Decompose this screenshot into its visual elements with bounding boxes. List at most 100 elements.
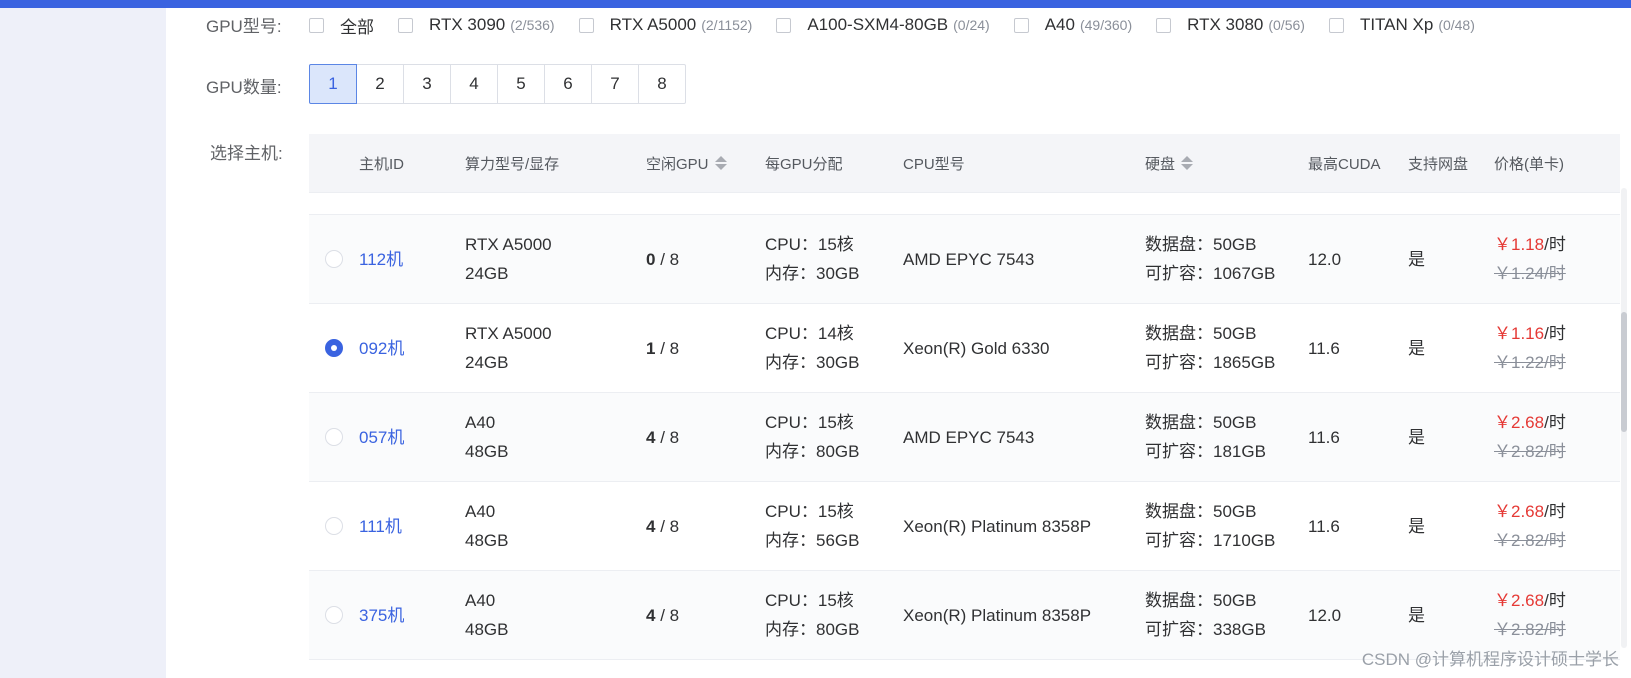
- header-disk-label: 硬盘: [1145, 155, 1176, 173]
- price-cell: ￥1.18/时 ￥1.24/时: [1494, 230, 1614, 288]
- price-unit: /时: [1544, 502, 1566, 521]
- free-gpu-cell: 4 / 8: [646, 423, 765, 452]
- data-disk: 数据盘：50GB: [1145, 502, 1257, 521]
- gpu-model-count: (0/24): [953, 17, 990, 33]
- data-disk: 数据盘：50GB: [1145, 413, 1257, 432]
- gpu-model-name: TITAN Xp: [1359, 15, 1434, 34]
- gpu-model-option[interactable]: A40 (49/360): [1013, 15, 1132, 35]
- cpu-model-cell: AMD EPYC 7543: [903, 249, 1035, 269]
- gpu-count-button[interactable]: 8: [638, 64, 686, 104]
- sort-icon[interactable]: [714, 156, 727, 170]
- header-disk[interactable]: 硬盘: [1145, 153, 1308, 174]
- allocation-cell: CPU：14核 内存：30GB: [765, 319, 903, 377]
- host-link[interactable]: 112机: [359, 250, 403, 269]
- header-price: 价格(单卡): [1494, 155, 1564, 173]
- gpu-memory: 48GB: [465, 442, 509, 461]
- row-radio[interactable]: [325, 339, 343, 357]
- free-gpu-cell: 0 / 8: [646, 245, 765, 274]
- gpu-model: A40: [465, 413, 496, 432]
- checkbox[interactable]: [578, 17, 594, 33]
- total-gpu-count: / 8: [655, 338, 680, 358]
- price-cell: ￥1.16/时 ￥1.22/时: [1494, 319, 1614, 377]
- header-free-gpu[interactable]: 空闲GPU: [646, 153, 765, 174]
- gpu-memory: 24GB: [465, 264, 509, 283]
- gpu-model-option[interactable]: A100-SXM4-80GB (0/24): [776, 15, 990, 35]
- cuda-cell: 12.0: [1308, 605, 1342, 625]
- host-link[interactable]: 111机: [359, 517, 402, 536]
- gpu-model: A40: [465, 502, 496, 521]
- cpu-allocation: CPU：15核: [765, 235, 854, 254]
- gpu-model-option[interactable]: RTX 3090 (2/536): [398, 15, 555, 35]
- gpu-model-name: 全部: [340, 17, 374, 37]
- checkbox[interactable]: [776, 17, 792, 33]
- scrollbar-thumb[interactable]: [1621, 312, 1627, 432]
- gpu-count-button[interactable]: 3: [403, 64, 451, 104]
- header-cuda: 最高CUDA: [1308, 155, 1381, 173]
- cpu-allocation: CPU：15核: [765, 591, 854, 610]
- gpu-model-name: RTX 3090: [429, 15, 506, 34]
- table-row[interactable]: 057机 A40 48GB 4 / 8 CPU：15核 内存：80GB AMD EPYC 7…: [309, 393, 1620, 482]
- expandable-disk: 可扩容：181GB: [1145, 442, 1266, 461]
- gpu-model-option[interactable]: 全部: [309, 13, 374, 38]
- gpu-model-count: (0/48): [1438, 17, 1475, 33]
- host-id-cell: 375机: [359, 601, 465, 630]
- gpu-count-button[interactable]: 2: [356, 64, 404, 104]
- gpu-model-count: (0/56): [1268, 17, 1305, 33]
- gpu-count-button[interactable]: 7: [591, 64, 639, 104]
- gpu-model-name: RTX 3080: [1187, 15, 1264, 34]
- current-price: ￥2.68: [1494, 413, 1545, 432]
- checkbox[interactable]: [1013, 17, 1029, 33]
- gpu-count-button[interactable]: 5: [497, 64, 545, 104]
- host-link[interactable]: 057机: [359, 428, 404, 447]
- table-row[interactable]: 112机 RTX A5000 24GB 0 / 8 CPU：15核 内存：30GB AMD …: [309, 215, 1620, 304]
- cuda-cell: 12.0: [1308, 249, 1342, 269]
- row-radio[interactable]: [325, 428, 343, 446]
- header-cpu-model: CPU型号: [903, 155, 965, 173]
- table-header: 主机ID 算力型号/显存 空闲GPU 每GPU分配 CPU型号 硬盘 最高CUD…: [309, 134, 1620, 193]
- host-link[interactable]: 092机: [359, 339, 404, 358]
- gpu-count-button[interactable]: 4: [450, 64, 498, 104]
- original-price: ￥2.82/时: [1494, 620, 1566, 639]
- gpu-count-button[interactable]: 6: [544, 64, 592, 104]
- price-unit: /时: [1544, 235, 1566, 254]
- checkbox[interactable]: [398, 17, 413, 33]
- gpu-model-count: (2/536): [510, 17, 555, 33]
- cpu-allocation: CPU：15核: [765, 502, 854, 521]
- host-link[interactable]: 375机: [359, 606, 404, 625]
- checkbox[interactable]: [1328, 17, 1344, 33]
- gpu-model-option[interactable]: RTX 3080 (0/56): [1156, 15, 1305, 35]
- header-model: 算力型号/显存: [465, 155, 560, 173]
- row-radio[interactable]: [325, 250, 343, 268]
- row-radio[interactable]: [325, 606, 343, 624]
- table-row[interactable]: 092机 RTX A5000 24GB 1 / 8 CPU：14核 内存：30GB Xeon…: [309, 304, 1620, 393]
- free-gpu-cell: 4 / 8: [646, 601, 765, 630]
- table-scrollbar[interactable]: [1621, 188, 1627, 648]
- expandable-disk: 可扩容：338GB: [1145, 620, 1266, 639]
- gpu-model-name: A100-SXM4-80GB: [807, 15, 949, 34]
- gpu-count-label: GPU数量:: [206, 78, 282, 97]
- expandable-disk: 可扩容：1710GB: [1145, 531, 1276, 550]
- row-select-cell: [309, 606, 359, 624]
- net-disk-cell: 是: [1408, 249, 1425, 269]
- gpu-memory: 24GB: [465, 353, 509, 372]
- model-cell: A40 48GB: [465, 497, 646, 555]
- disk-cell: 数据盘：50GB 可扩容：338GB: [1145, 586, 1308, 644]
- gpu-count-button[interactable]: 1: [309, 64, 357, 104]
- header-host-id: 主机ID: [359, 155, 405, 173]
- allocation-cell: CPU：15核 内存：80GB: [765, 408, 903, 466]
- gpu-model-name: A40: [1044, 15, 1075, 34]
- ram-allocation: 内存：80GB: [765, 620, 860, 639]
- checkbox[interactable]: [1156, 17, 1172, 33]
- table-row[interactable]: 111机 A40 48GB 4 / 8 CPU：15核 内存：56GB Xeon(R) Pl…: [309, 482, 1620, 571]
- gpu-model-option[interactable]: TITAN Xp (0/48): [1328, 15, 1475, 35]
- row-select-cell: [309, 517, 359, 535]
- checkbox[interactable]: [309, 17, 324, 33]
- gpu-model-name: RTX A5000: [609, 15, 697, 34]
- watermark: CSDN @计算机程序设计硕士学长: [1361, 650, 1619, 669]
- ram-allocation: 内存：30GB: [765, 264, 860, 283]
- gpu-model-option[interactable]: RTX A5000 (2/1152): [578, 15, 752, 35]
- row-radio[interactable]: [325, 517, 343, 535]
- select-host-label: 选择主机:: [210, 144, 283, 163]
- sort-icon[interactable]: [1181, 156, 1194, 170]
- allocation-cell: CPU：15核 内存：80GB: [765, 586, 903, 644]
